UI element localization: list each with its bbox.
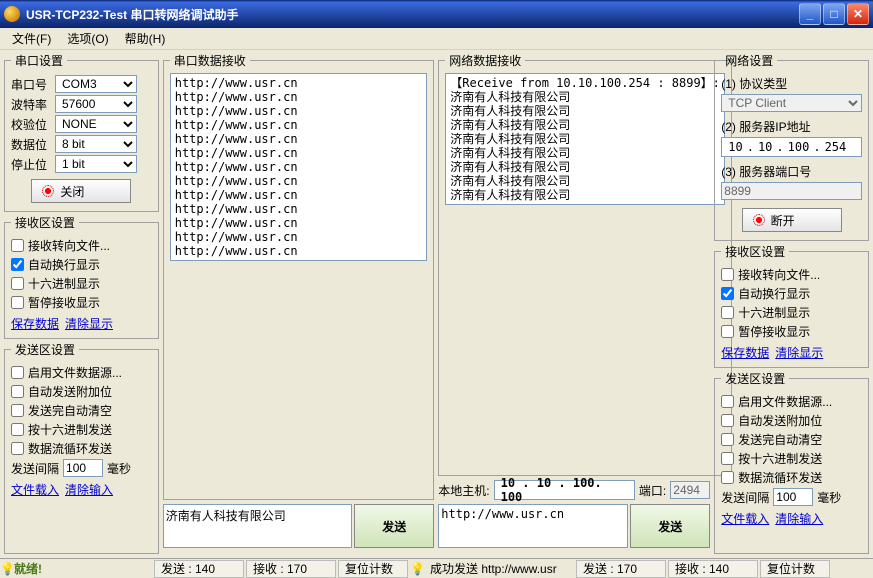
send-clear-after-checkbox-r[interactable] — [721, 433, 734, 446]
status-recv: 接收 : 170 — [246, 560, 336, 578]
status-net-sent: 发送 : 170 — [576, 560, 666, 578]
window-title: USR-TCP232-Test 串口转网络调试助手 — [26, 6, 797, 23]
recv-hex-checkbox[interactable] — [11, 277, 24, 290]
menubar: 文件(F) 选项(O) 帮助(H) — [0, 28, 873, 50]
baud-label: 波特率 — [11, 96, 51, 113]
send-settings-legend-r: 发送区设置 — [721, 370, 789, 387]
bulb-icon: 💡 — [0, 562, 14, 576]
record-icon — [753, 214, 765, 226]
net-send-button[interactable]: 发送 — [630, 504, 710, 548]
bulb-icon: 💡 — [410, 562, 424, 576]
parity-select[interactable]: NONE — [55, 115, 137, 133]
send-interval-input-r[interactable] — [773, 488, 813, 506]
send-loop-checkbox[interactable] — [11, 442, 24, 455]
send-loop-checkbox-r[interactable] — [721, 471, 734, 484]
load-file-link-r[interactable]: 文件载入 — [721, 512, 769, 526]
net-data-group: 网络数据接收 【Receive from 10.10.100.254 : 889… — [438, 52, 732, 476]
serial-settings-legend: 串口设置 — [11, 52, 67, 69]
host-label: 本地主机: — [438, 482, 489, 499]
load-file-link[interactable]: 文件载入 — [11, 483, 59, 497]
send-auto-append-checkbox[interactable] — [11, 385, 24, 398]
send-settings-group-right: 发送区设置 启用文件数据源... 自动发送附加位 发送完自动清空 按十六进制发送… — [714, 370, 869, 554]
app-icon — [4, 6, 20, 22]
status-ready: 就绪! — [14, 560, 154, 577]
host-ip-box: 10 . 10 . 100. 100 — [494, 480, 635, 500]
stop-select[interactable]: 1 bit — [55, 155, 137, 173]
menu-options[interactable]: 选项(O) — [61, 28, 114, 49]
recv-to-file-checkbox[interactable] — [11, 239, 24, 252]
data-label: 数据位 — [11, 136, 51, 153]
serial-data-group: 串口数据接收 http://www.usr.cn http://www.usr.… — [163, 52, 435, 500]
baud-select[interactable]: 57600 — [55, 95, 137, 113]
recv-pause-checkbox[interactable] — [11, 296, 24, 309]
disconnect-button[interactable]: 断开 — [742, 208, 842, 232]
titlebar: USR-TCP232-Test 串口转网络调试助手 _ □ ✕ — [0, 0, 873, 28]
proto-label: (1) 协议类型 — [721, 75, 862, 92]
port-select[interactable]: COM3 — [55, 75, 137, 93]
clear-display-link[interactable]: 清除显示 — [65, 317, 113, 331]
net-settings-legend: 网络设置 — [721, 52, 777, 69]
proto-select[interactable]: TCP Client — [721, 94, 862, 112]
save-data-link[interactable]: 保存数据 — [11, 317, 59, 331]
close-button[interactable]: ✕ — [847, 3, 869, 25]
send-settings-legend: 发送区设置 — [11, 341, 79, 358]
serial-send-input[interactable]: 济南有人科技有限公司 — [163, 504, 353, 548]
recv-hex-checkbox-r[interactable] — [721, 306, 734, 319]
recv-auto-wrap-checkbox[interactable] — [11, 258, 24, 271]
menu-file[interactable]: 文件(F) — [6, 28, 57, 49]
status-net-recv: 接收 : 140 — [668, 560, 758, 578]
send-file-src-checkbox[interactable] — [11, 366, 24, 379]
record-icon — [42, 185, 54, 197]
statusbar: 💡 就绪! 发送 : 140 接收 : 170 复位计数 💡 成功发送 http… — [0, 558, 873, 578]
recv-auto-wrap-checkbox-r[interactable] — [721, 287, 734, 300]
port-label: 串口号 — [11, 76, 51, 93]
send-auto-append-checkbox-r[interactable] — [721, 414, 734, 427]
send-file-src-checkbox-r[interactable] — [721, 395, 734, 408]
send-settings-group-left: 发送区设置 启用文件数据源... 自动发送附加位 发送完自动清空 按十六进制发送… — [4, 341, 159, 554]
server-ip-label: (2) 服务器IP地址 — [721, 118, 862, 135]
clear-display-link-r[interactable]: 清除显示 — [775, 346, 823, 360]
clear-input-link-r[interactable]: 清除输入 — [775, 512, 823, 526]
send-clear-after-checkbox[interactable] — [11, 404, 24, 417]
status-net: 成功发送 http://www.usr — [424, 560, 574, 578]
data-select[interactable]: 8 bit — [55, 135, 137, 153]
serial-data-legend: 串口数据接收 — [170, 52, 250, 69]
net-send-input[interactable]: http://www.usr.cn — [438, 504, 628, 548]
save-data-link-r[interactable]: 保存数据 — [721, 346, 769, 360]
host-port-input[interactable] — [670, 481, 710, 499]
parity-label: 校验位 — [11, 116, 51, 133]
net-settings-group: 网络设置 (1) 协议类型 TCP Client (2) 服务器IP地址 10.… — [714, 52, 869, 241]
recv-settings-legend-r: 接收区设置 — [721, 243, 789, 260]
recv-settings-group-right: 接收区设置 接收转向文件... 自动换行显示 十六进制显示 暂停接收显示 保存数… — [714, 243, 869, 368]
serial-data-area[interactable]: http://www.usr.cn http://www.usr.cn http… — [170, 73, 428, 261]
server-port-input[interactable] — [721, 182, 862, 200]
clear-input-link[interactable]: 清除输入 — [65, 483, 113, 497]
serial-send-button[interactable]: 发送 — [354, 504, 434, 548]
serial-settings-group: 串口设置 串口号COM3 波特率57600 校验位NONE 数据位8 bit 停… — [4, 52, 159, 212]
minimize-button[interactable]: _ — [799, 3, 821, 25]
serial-close-button[interactable]: 关闭 — [31, 179, 131, 203]
stop-label: 停止位 — [11, 156, 51, 173]
recv-pause-checkbox-r[interactable] — [721, 325, 734, 338]
server-ip-box[interactable]: 10. 10. 100. 254 — [721, 137, 862, 157]
reset-count-button-r[interactable]: 复位计数 — [760, 560, 830, 578]
host-port-label: 端口: — [639, 482, 666, 499]
maximize-button[interactable]: □ — [823, 3, 845, 25]
send-hex-checkbox[interactable] — [11, 423, 24, 436]
recv-settings-group-left: 接收区设置 接收转向文件... 自动换行显示 十六进制显示 暂停接收显示 保存数… — [4, 214, 159, 339]
menu-help[interactable]: 帮助(H) — [119, 28, 172, 49]
recv-to-file-checkbox-r[interactable] — [721, 268, 734, 281]
reset-count-button-l[interactable]: 复位计数 — [338, 560, 408, 578]
net-data-legend: 网络数据接收 — [445, 52, 525, 69]
recv-settings-legend: 接收区设置 — [11, 214, 79, 231]
send-hex-checkbox-r[interactable] — [721, 452, 734, 465]
server-port-label: (3) 服务器端口号 — [721, 163, 862, 180]
send-interval-input[interactable] — [63, 459, 103, 477]
status-sent: 发送 : 140 — [154, 560, 244, 578]
net-data-area[interactable]: 【Receive from 10.10.100.254 : 8899】: 济南有… — [445, 73, 725, 205]
